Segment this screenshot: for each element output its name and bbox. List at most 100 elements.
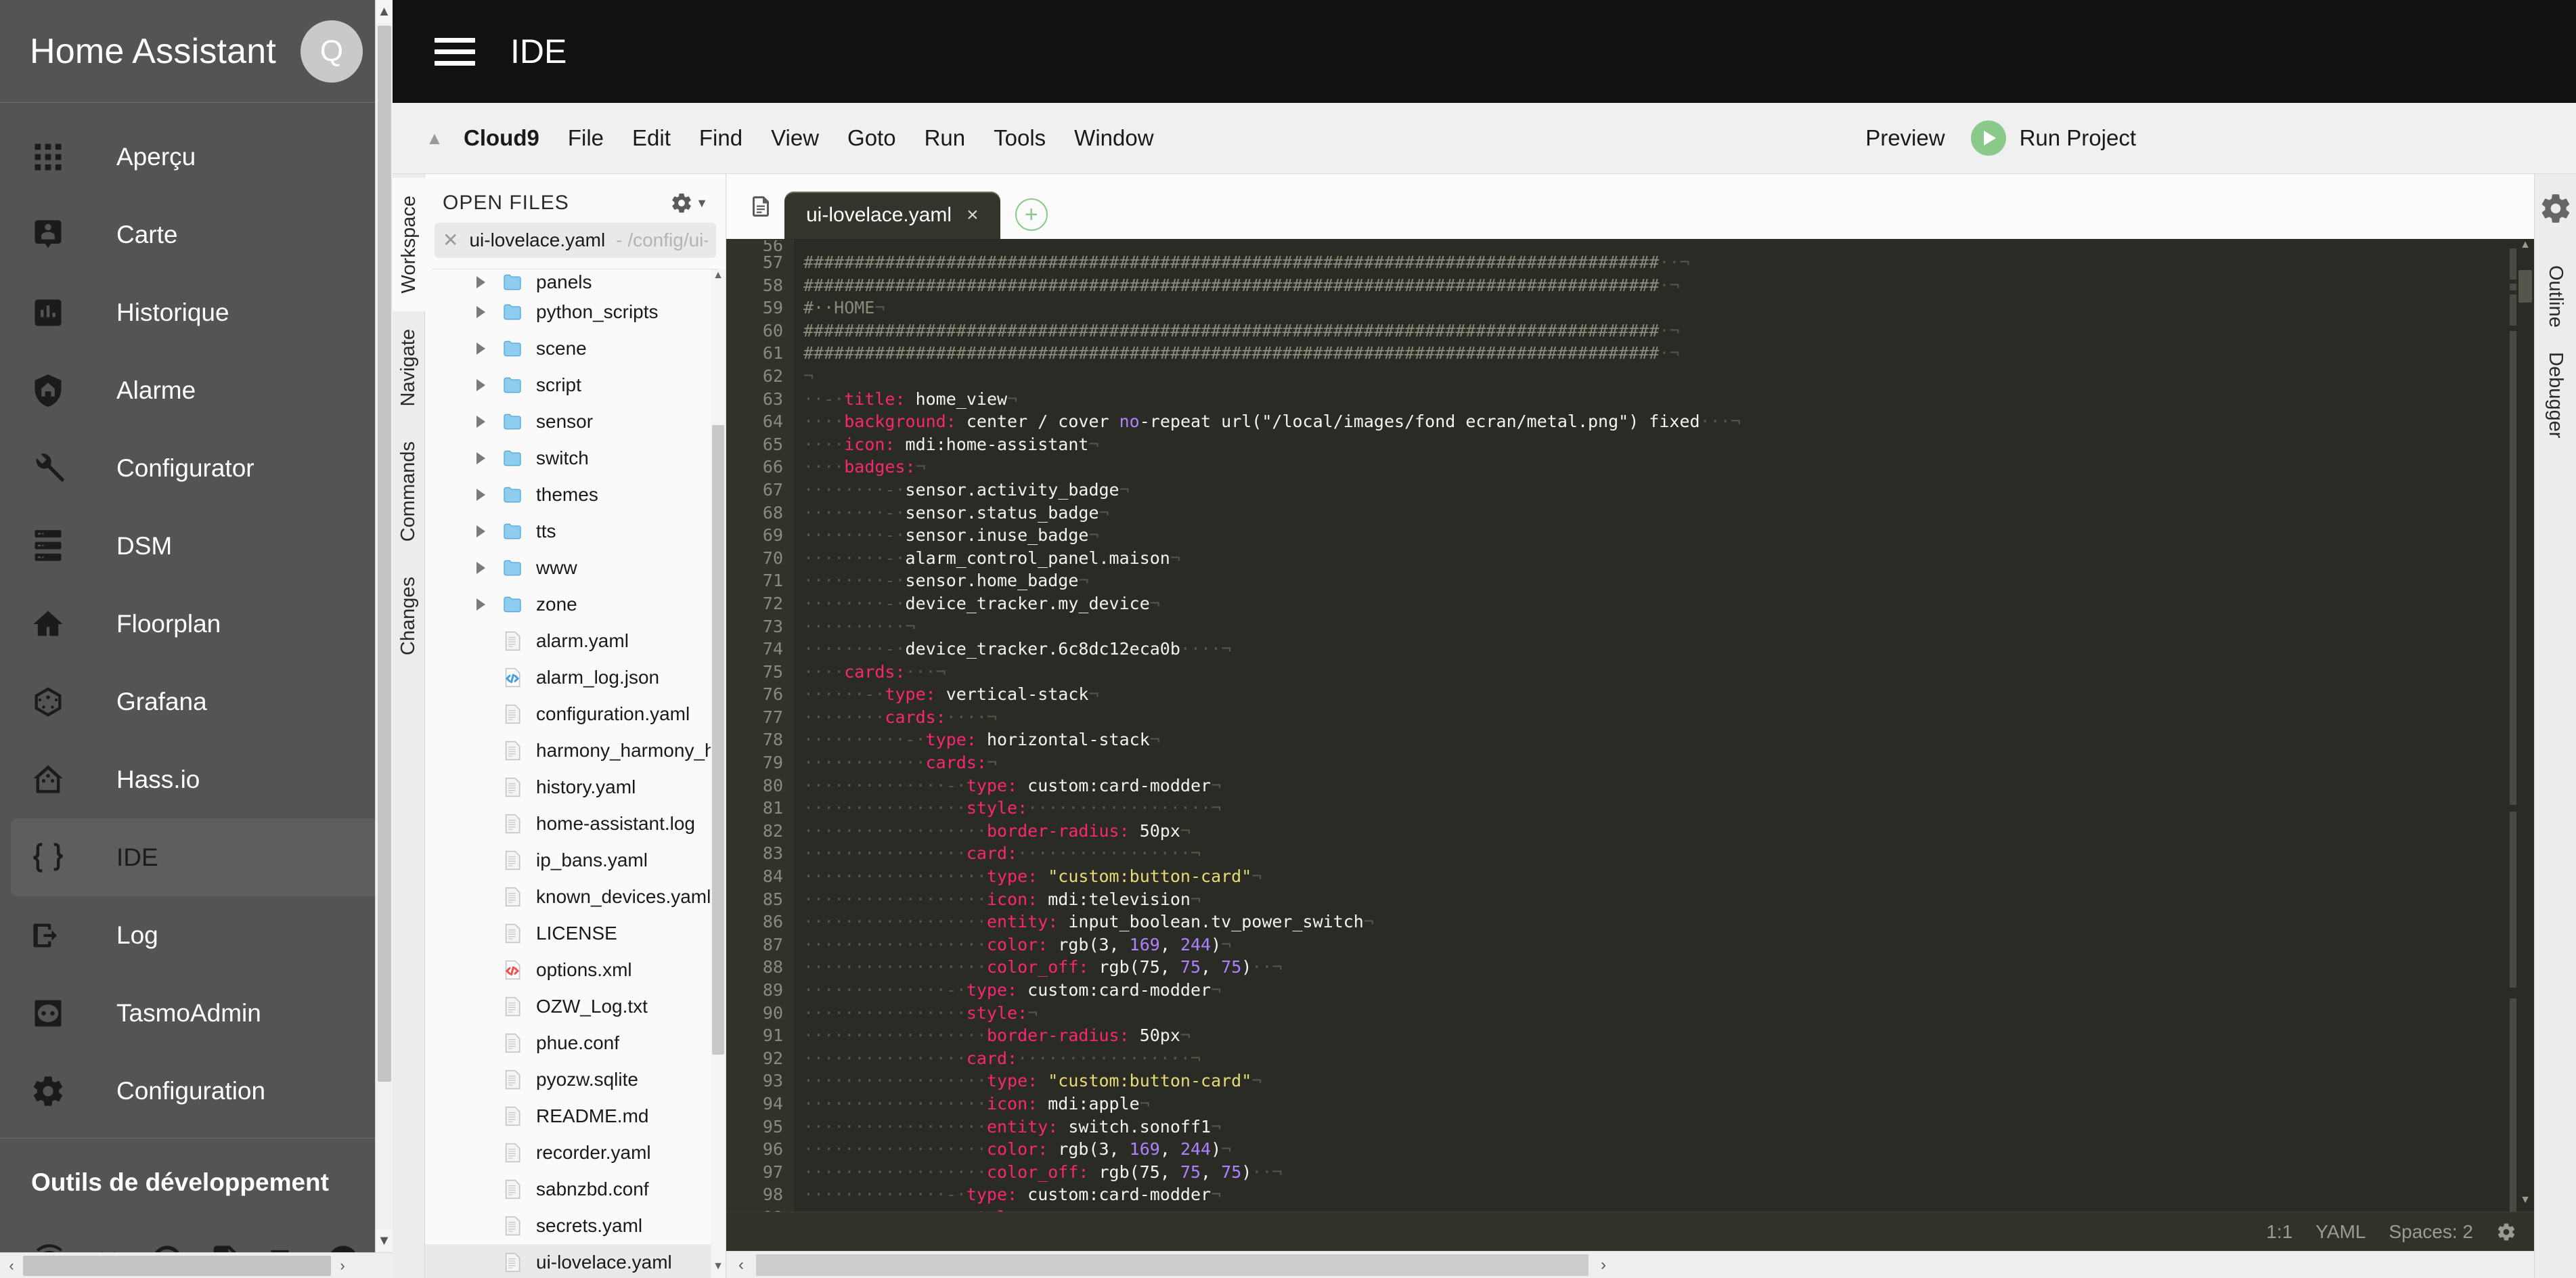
tree-file-row[interactable]: README.md bbox=[425, 1098, 726, 1134]
expand-arrow-icon[interactable] bbox=[476, 452, 497, 464]
code-line[interactable]: ··················color_off: rgb(75, 75,… bbox=[794, 1161, 2534, 1184]
tree-folder-row[interactable]: tts bbox=[425, 513, 726, 550]
sidebar-item-alarme[interactable]: Alarme bbox=[11, 351, 382, 429]
code-line[interactable]: ········-·device_tracker.6c8dc12eca0b···… bbox=[794, 638, 2534, 661]
new-tab-icon[interactable]: + bbox=[1015, 198, 1048, 231]
sidebar-item-carte[interactable]: Carte bbox=[11, 196, 382, 273]
expand-arrow-icon[interactable] bbox=[476, 343, 497, 355]
menu-find[interactable]: Find bbox=[685, 125, 757, 151]
code-line[interactable]: ··········-·type: horizontal-stack¬ bbox=[794, 728, 2534, 751]
tree-file-row[interactable]: pyozw.sqlite bbox=[425, 1061, 726, 1098]
code-line[interactable]: ########################################… bbox=[794, 274, 2534, 297]
collapse-menu-icon[interactable]: ▲ bbox=[420, 129, 449, 147]
expand-arrow-icon[interactable] bbox=[476, 525, 497, 537]
code-line[interactable] bbox=[794, 240, 2534, 251]
tree-folder-row[interactable]: script bbox=[425, 367, 726, 403]
expand-arrow-icon[interactable] bbox=[476, 489, 497, 501]
hamburger-menu-icon[interactable] bbox=[435, 38, 475, 66]
code-line[interactable]: ········-·sensor.inuse_badge¬ bbox=[794, 524, 2534, 547]
expand-arrow-icon[interactable] bbox=[476, 276, 497, 288]
tree-file-row[interactable]: OZW_Log.txt bbox=[425, 988, 726, 1025]
code-line[interactable]: ················style:··················… bbox=[794, 797, 2534, 820]
code-line[interactable]: ········cards:····¬ bbox=[794, 706, 2534, 729]
sidebar-item-historique[interactable]: Historique bbox=[11, 273, 382, 351]
code-line[interactable]: ················card:·················¬ bbox=[794, 1047, 2534, 1070]
scroll-left-icon[interactable]: ‹ bbox=[0, 1257, 23, 1275]
sidebar-horizontal-scrollbar[interactable]: ‹ › bbox=[0, 1252, 393, 1278]
tree-file-row[interactable]: configuration.yaml bbox=[425, 696, 726, 732]
close-icon[interactable]: ✕ bbox=[443, 231, 458, 250]
tree-folder-row[interactable]: python_scripts bbox=[425, 294, 726, 330]
code-line[interactable]: ··················type: "custom:button-c… bbox=[794, 1070, 2534, 1093]
dev-tools-label[interactable]: Outils de développement bbox=[0, 1139, 393, 1197]
chevron-down-icon[interactable]: ▼ bbox=[696, 196, 708, 211]
sidebar-item-floorplan[interactable]: Floorplan bbox=[11, 585, 382, 663]
run-project-group[interactable]: Run Project bbox=[1971, 120, 2569, 156]
tree-folder-row[interactable]: panels bbox=[425, 271, 726, 294]
code-line[interactable]: ················card:·················¬ bbox=[794, 842, 2534, 865]
language-mode[interactable]: YAML bbox=[2315, 1221, 2366, 1243]
code-vertical-scrollbar[interactable]: ▲ ▼ bbox=[2516, 239, 2534, 1212]
sidebar-item-hass-io[interactable]: Hass.io bbox=[11, 741, 382, 818]
code-line[interactable]: ··········¬ bbox=[794, 615, 2534, 638]
code-line[interactable]: ····icon: mdi:home-assistant¬ bbox=[794, 433, 2534, 456]
code-line[interactable]: ··············-·type: custom:card-modder… bbox=[794, 1183, 2534, 1206]
code-line[interactable]: ¬ bbox=[794, 365, 2534, 388]
preview-button[interactable]: Preview bbox=[1840, 125, 1970, 151]
rail-tab-navigate[interactable]: Navigate bbox=[393, 311, 424, 424]
tree-file-row[interactable]: known_devices.yaml bbox=[425, 879, 726, 915]
editor-horizontal-scrollbar[interactable]: ‹ › bbox=[726, 1251, 2534, 1278]
code-line[interactable]: ········-·sensor.home_badge¬ bbox=[794, 569, 2534, 592]
expand-arrow-icon[interactable] bbox=[476, 598, 497, 611]
code-line[interactable]: ··················color: rgb(3, 169, 244… bbox=[794, 1138, 2534, 1161]
expand-arrow-icon[interactable] bbox=[476, 379, 497, 391]
code-line[interactable]: ········-·sensor.status_badge¬ bbox=[794, 502, 2534, 525]
code-line[interactable]: ··················color_off: rgb(75, 75,… bbox=[794, 956, 2534, 979]
sidebar-vertical-scrollbar[interactable]: ▲ ▼ bbox=[375, 0, 393, 1252]
code-line[interactable]: ··················type: "custom:button-c… bbox=[794, 865, 2534, 888]
code-line[interactable]: ··················icon: mdi:television¬ bbox=[794, 888, 2534, 911]
scroll-right-icon[interactable]: › bbox=[331, 1257, 354, 1275]
code-line[interactable]: ··················entity: switch.sonoff1… bbox=[794, 1116, 2534, 1139]
tree-folder-row[interactable]: scene bbox=[425, 330, 726, 367]
tree-file-row[interactable]: harmony_harmony_hu bbox=[425, 732, 726, 769]
code-line[interactable]: ··-·title: home_view¬ bbox=[794, 388, 2534, 411]
code-line[interactable]: ··················color: rgb(3, 169, 244… bbox=[794, 933, 2534, 956]
code-line[interactable]: ········-·device_tracker.my_device¬ bbox=[794, 592, 2534, 615]
tree-folder-row[interactable]: www bbox=[425, 550, 726, 586]
tree-file-row[interactable]: recorder.yaml bbox=[425, 1134, 726, 1171]
tree-file-row[interactable]: history.yaml bbox=[425, 769, 726, 806]
editor-scroll-left-icon[interactable]: ‹ bbox=[726, 1256, 756, 1275]
code-line[interactable]: ······-·type: vertical-stack¬ bbox=[794, 683, 2534, 706]
tree-scrollbar-thumb[interactable] bbox=[712, 425, 724, 1055]
code-scroll-down-icon[interactable]: ▼ bbox=[2516, 1194, 2534, 1212]
menu-tools[interactable]: Tools bbox=[979, 125, 1060, 151]
menu-view[interactable]: View bbox=[757, 125, 833, 151]
play-icon[interactable] bbox=[1971, 120, 2006, 156]
code-scrollbar-thumb[interactable] bbox=[2518, 270, 2532, 303]
menu-cloud9[interactable]: Cloud9 bbox=[449, 125, 554, 151]
tree-scroll-up-icon[interactable]: ▲ bbox=[711, 269, 726, 287]
sidebar-item-grafana[interactable]: Grafana bbox=[11, 663, 382, 741]
sidebar-item-aper-u[interactable]: Aperçu bbox=[11, 118, 382, 196]
indent-setting[interactable]: Spaces: 2 bbox=[2389, 1221, 2473, 1243]
code-minimap[interactable] bbox=[2510, 239, 2516, 1212]
menu-file[interactable]: File bbox=[554, 125, 618, 151]
sidebar-item-tasmoadmin[interactable]: TasmoAdmin bbox=[11, 974, 382, 1052]
sidebar-item-dsm[interactable]: DSM bbox=[11, 507, 382, 585]
code-line[interactable]: ········-·sensor.activity_badge¬ bbox=[794, 479, 2534, 502]
sidebar-item-configurator[interactable]: Configurator bbox=[11, 429, 382, 507]
open-file-item[interactable]: ✕ ui-lovelace.yaml - /config/ui-lov bbox=[435, 223, 716, 258]
code-line[interactable]: ··················entity: input_boolean.… bbox=[794, 910, 2534, 933]
tree-file-row[interactable]: alarm.yaml bbox=[425, 623, 726, 659]
editor-settings-icon[interactable] bbox=[2496, 1222, 2516, 1242]
code-line[interactable]: ········-·alarm_control_panel.maison¬ bbox=[794, 547, 2534, 570]
tree-file-row[interactable]: LICENSE bbox=[425, 915, 726, 952]
code-line[interactable]: ············cards:¬ bbox=[794, 751, 2534, 774]
menu-run[interactable]: Run bbox=[910, 125, 980, 151]
scroll-down-icon[interactable]: ▼ bbox=[376, 1229, 393, 1252]
code-line[interactable]: ########################################… bbox=[794, 320, 2534, 343]
code-line[interactable]: ########################################… bbox=[794, 342, 2534, 365]
run-project-label[interactable]: Run Project bbox=[2020, 125, 2136, 151]
rail-tab-workspace[interactable]: Workspace bbox=[393, 178, 425, 311]
